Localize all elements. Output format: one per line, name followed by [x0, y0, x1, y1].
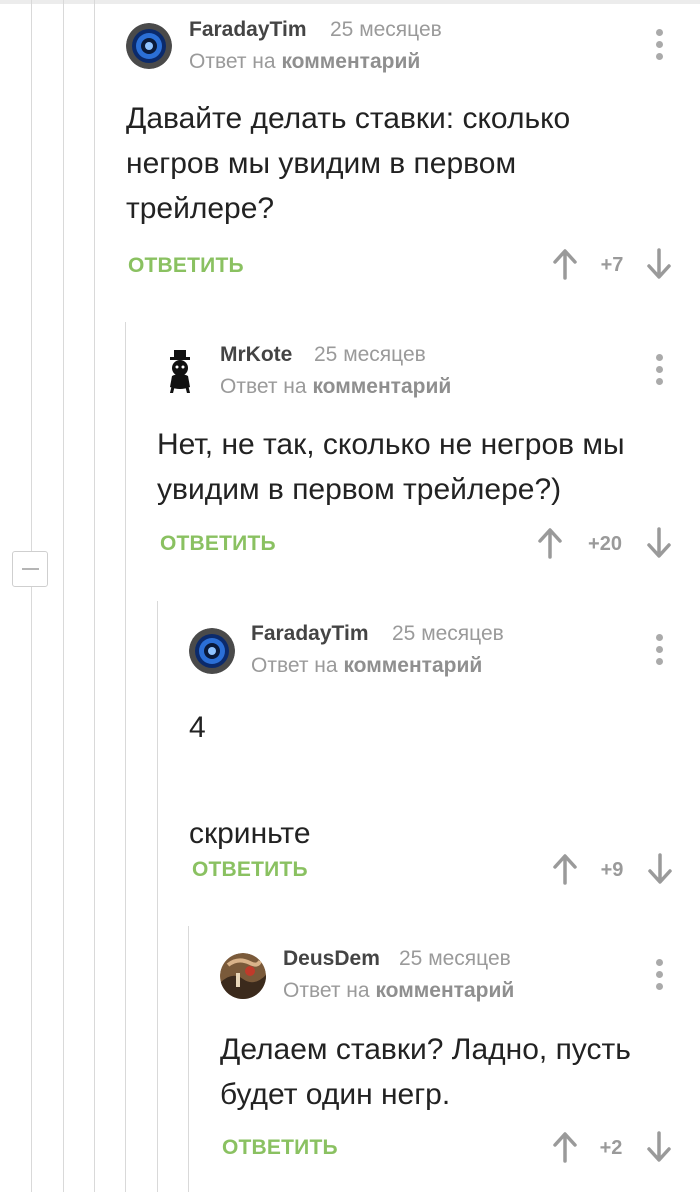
comment: MrKote 25 месяцев Ответ на комментарий Н… [126, 322, 700, 582]
author-name[interactable]: FaradayTim [189, 18, 307, 42]
reply-to-prefix: Ответ на [220, 375, 307, 398]
author-name[interactable]: MrKote [220, 343, 292, 367]
collapse-thread-button[interactable] [12, 551, 48, 587]
comment-time: 25 месяцев [392, 622, 504, 645]
parent-comment-link[interactable]: комментарий [281, 50, 420, 73]
reply-button[interactable]: ОТВЕТИТЬ [192, 858, 308, 882]
comment-time: 25 месяцев [399, 947, 511, 970]
reply-button[interactable]: ОТВЕТИТЬ [222, 1136, 338, 1160]
comment: FaradayTim 25 месяцев Ответ на комментар… [95, 0, 700, 300]
downvote-arrow-icon[interactable] [645, 1131, 673, 1163]
more-options-icon[interactable] [654, 29, 664, 63]
upvote-arrow-icon[interactable] [536, 527, 564, 559]
avatar-image [189, 628, 235, 674]
upvote-arrow-icon[interactable] [551, 248, 579, 280]
comment-text: Делаем ставки? Ладно, пусть будет один н… [220, 1033, 631, 1111]
author-name[interactable]: DeusDem [283, 947, 380, 971]
avatar-image [220, 953, 266, 999]
reply-to-line: Ответ на комментарий [251, 654, 482, 678]
downvote-arrow-icon[interactable] [645, 248, 673, 280]
avatar[interactable] [157, 347, 203, 393]
comment-text: 4 скриньте [189, 711, 311, 850]
reply-to-prefix: Ответ на [283, 979, 370, 1002]
upvote-arrow-icon[interactable] [551, 853, 579, 885]
comment-text: Нет, не так, сколько не негров мы увидим… [157, 428, 625, 506]
reply-to-line: Ответ на комментарий [283, 979, 514, 1003]
avatar-image [126, 23, 172, 69]
vote-score: +2 [599, 1137, 623, 1159]
vote-score: +20 [588, 533, 622, 555]
author-name[interactable]: FaradayTim [251, 622, 369, 646]
more-options-icon[interactable] [654, 354, 664, 388]
thread-line [63, 0, 64, 1192]
downvote-arrow-icon[interactable] [645, 527, 673, 559]
parent-comment-link[interactable]: комментарий [312, 375, 451, 398]
reply-to-prefix: Ответ на [189, 50, 276, 73]
upvote-arrow-icon[interactable] [551, 1131, 579, 1163]
parent-comment-link[interactable]: комментарий [343, 654, 482, 677]
vote-score: +7 [600, 254, 624, 276]
thread-line [31, 0, 32, 1192]
avatar-image [157, 347, 203, 393]
vote-score: +9 [600, 859, 624, 881]
comment: FaradayTim 25 месяцев Ответ на комментар… [158, 601, 700, 901]
avatar[interactable] [220, 953, 266, 999]
downvote-arrow-icon[interactable] [646, 853, 674, 885]
reply-to-prefix: Ответ на [251, 654, 338, 677]
reply-to-line: Ответ на комментарий [189, 50, 420, 74]
avatar[interactable] [126, 23, 172, 69]
reply-button[interactable]: ОТВЕТИТЬ [160, 532, 276, 556]
parent-comment-link[interactable]: комментарий [375, 979, 514, 1002]
avatar[interactable] [189, 628, 235, 674]
reply-button[interactable]: ОТВЕТИТЬ [128, 254, 244, 278]
comment-text: Давайте делать ставки: сколько негров мы… [126, 102, 571, 225]
comment: DeusDem 25 месяцев Ответ на комментарий … [189, 926, 700, 1192]
comment-time: 25 месяцев [330, 18, 442, 41]
reply-to-line: Ответ на комментарий [220, 375, 451, 399]
more-options-icon[interactable] [654, 959, 664, 993]
more-options-icon[interactable] [654, 634, 664, 668]
comment-time: 25 месяцев [314, 343, 426, 366]
